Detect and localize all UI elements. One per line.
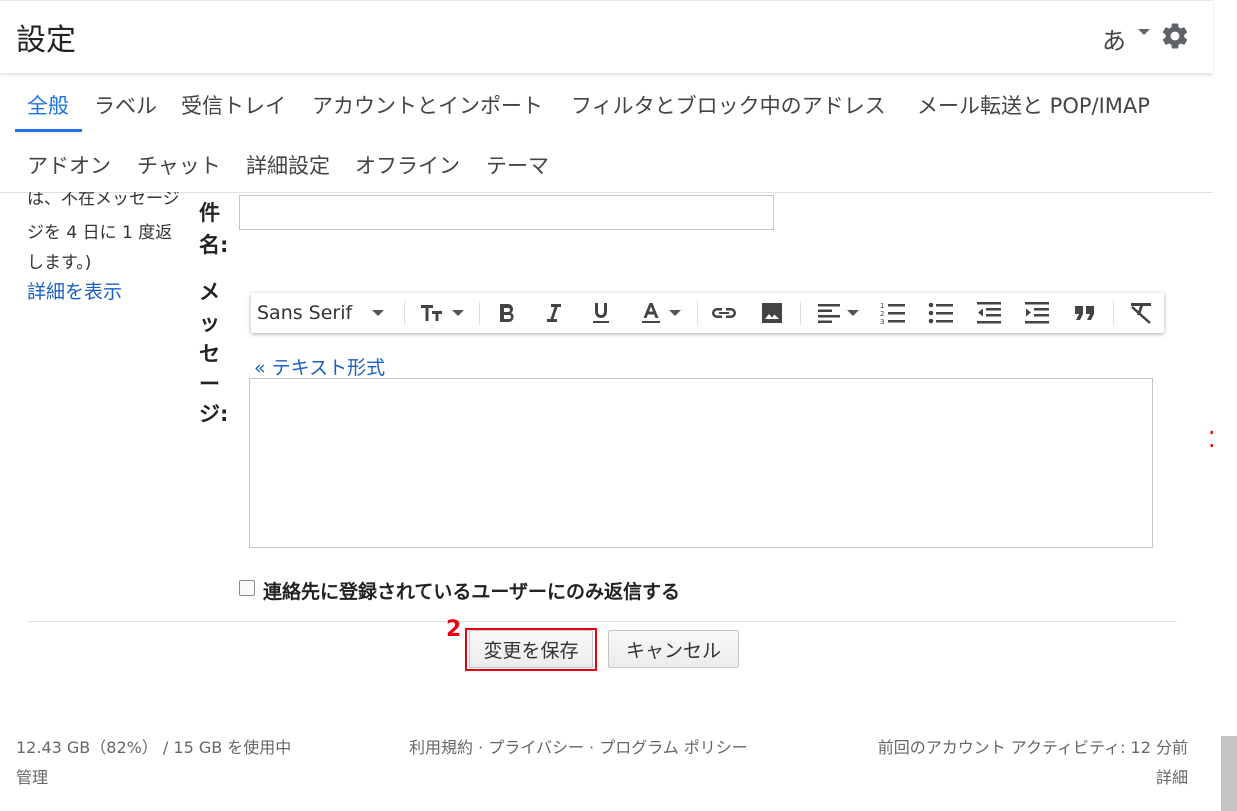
quote-icon [1075, 306, 1094, 320]
toolbar-separator [479, 301, 480, 325]
message-body-editor[interactable] [249, 378, 1153, 548]
vacation-description-line: ジを 4 日に 1 度返 [27, 223, 173, 243]
tab-themes[interactable]: テーマ [486, 150, 549, 180]
tab-inbox[interactable]: 受信トレイ [181, 90, 286, 120]
numbered-list-icon: 1 2 3 [880, 302, 905, 325]
activity-details-link[interactable]: 詳細 [1156, 764, 1188, 788]
chevron-down-icon [372, 310, 385, 316]
bulleted-list-icon [928, 302, 953, 324]
indent-more-icon [1025, 302, 1049, 324]
chevron-down-icon[interactable] [1138, 29, 1150, 35]
policies-links[interactable]: 利用規約 · プライバシー · プログラム ポリシー [409, 734, 748, 758]
tab-accounts-import[interactable]: アカウントとインポート [312, 90, 543, 120]
tab-general[interactable]: 全般 [27, 90, 69, 120]
indent-less-icon [977, 302, 1001, 324]
learn-more-link[interactable]: 詳細を表示 [27, 277, 122, 304]
chevron-down-icon [669, 310, 681, 316]
tab-addons[interactable]: アドオン [27, 150, 111, 180]
tab-offline[interactable]: オフライン [355, 150, 460, 180]
indent-more-button[interactable] [1017, 293, 1057, 333]
manage-storage-link[interactable]: 管理 [16, 764, 48, 788]
chevron-down-icon [452, 310, 464, 316]
settings-header: 設定 あ [0, 0, 1213, 73]
font-family-label: Sans Serif [257, 302, 353, 324]
cancel-button[interactable]: キャンセル [608, 630, 739, 668]
svg-text:3: 3 [880, 318, 884, 325]
image-icon [762, 303, 782, 323]
italic-button[interactable] [535, 293, 571, 333]
bold-icon [500, 304, 514, 322]
toolbar-separator [697, 301, 698, 325]
formatting-toolbar: Sans Serif 1 2 3 [251, 293, 1164, 333]
link-button[interactable] [705, 293, 743, 333]
subject-input[interactable] [239, 195, 774, 230]
step-2-marker: 2 [446, 617, 462, 642]
subject-label: 件 [199, 201, 220, 225]
font-family-select[interactable]: Sans Serif [257, 293, 397, 333]
vacation-description-line: します。) [27, 253, 92, 273]
bold-button[interactable] [489, 293, 525, 333]
message-label: メ [199, 280, 220, 304]
input-tools-button[interactable]: あ [1102, 21, 1126, 56]
text-size-button[interactable] [413, 293, 471, 333]
align-icon [818, 304, 840, 323]
quote-button[interactable] [1065, 293, 1105, 333]
plain-text-link[interactable]: « テキスト形式 [254, 353, 385, 380]
svg-text:1: 1 [880, 302, 884, 310]
text-color-icon [642, 303, 660, 323]
underline-button[interactable] [583, 293, 619, 333]
toolbar-separator [404, 301, 405, 325]
page-title: 設定 [16, 23, 76, 58]
align-button[interactable] [809, 293, 867, 333]
chevron-down-icon [847, 310, 859, 316]
tab-labels[interactable]: ラベル [94, 90, 157, 120]
bulleted-list-button[interactable] [921, 293, 961, 333]
numbered-list-button[interactable]: 1 2 3 [873, 293, 913, 333]
save-button-highlight [465, 628, 597, 671]
tab-chat[interactable]: チャット [137, 150, 221, 180]
last-activity: 前回のアカウント アクティビティ: 12 分前 [877, 738, 1188, 757]
insert-image-button[interactable] [753, 293, 791, 333]
text-color-button[interactable] [631, 293, 689, 333]
message-label: ー [199, 372, 220, 396]
remove-formatting-icon [1131, 303, 1151, 324]
tab-forwarding-pop-imap[interactable]: メール転送と POP/IMAP [917, 90, 1150, 120]
active-tab-indicator [15, 129, 82, 132]
message-label: ッ [199, 311, 220, 335]
scrollbar-thumb[interactable] [1221, 736, 1237, 811]
indent-less-button[interactable] [969, 293, 1009, 333]
gear-icon[interactable] [1160, 21, 1190, 51]
subject-label: 名: [199, 233, 229, 257]
text-size-icon [421, 305, 442, 321]
storage-usage: 12.43 GB（82%） / 15 GB を使用中 [16, 738, 292, 757]
link-icon [712, 308, 736, 318]
scrollbar-track[interactable] [1213, 0, 1237, 811]
message-label: ジ: [199, 402, 229, 426]
content-divider [27, 621, 1177, 622]
message-label: セ [199, 342, 220, 366]
tab-advanced[interactable]: 詳細設定 [246, 150, 330, 180]
toolbar-separator [1113, 301, 1114, 325]
italic-icon [547, 304, 561, 322]
remove-formatting-button[interactable] [1121, 293, 1161, 333]
tabs-divider [0, 192, 1213, 193]
toolbar-separator [800, 301, 801, 325]
tab-filters-blocked[interactable]: フィルタとブロック中のアドレス [571, 90, 886, 120]
svg-text:2: 2 [880, 310, 884, 318]
vacation-description-line: は、不在メッセージ [27, 192, 180, 209]
contacts-only-checkbox[interactable] [239, 580, 255, 596]
contacts-only-label: 連絡先に登録されているユーザーにのみ返信する [263, 581, 681, 603]
underline-icon [593, 303, 609, 323]
